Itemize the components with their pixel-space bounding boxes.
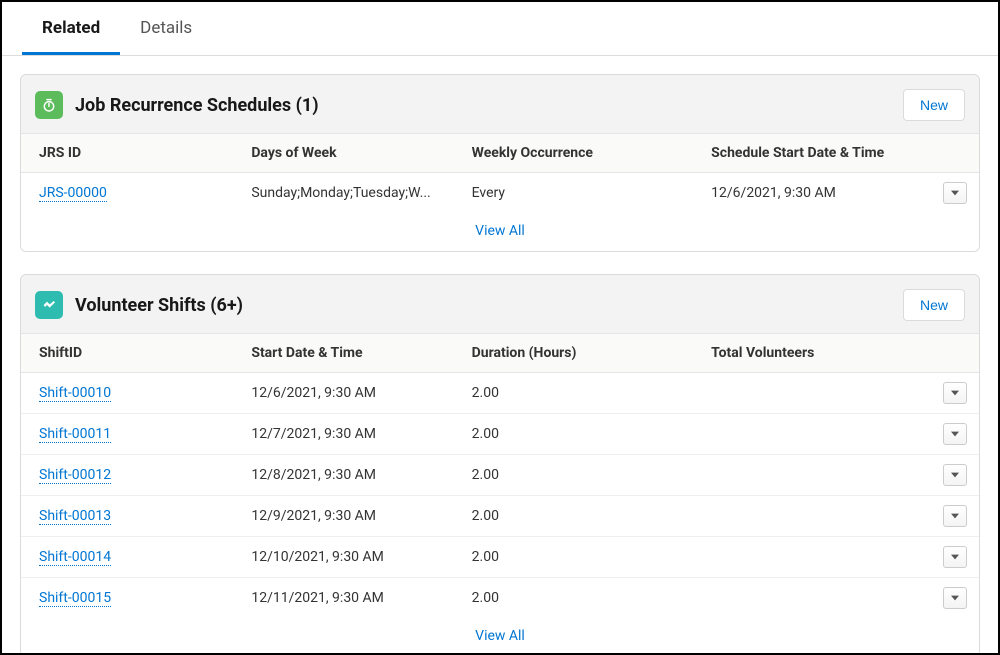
jrs-panel-title: Job Recurrence Schedules (1): [75, 95, 903, 116]
chevron-down-icon: [951, 390, 959, 396]
tab-bar: Related Details: [2, 2, 998, 56]
table-row: JRS-00000 Sunday;Monday;Tuesday;W... Eve…: [21, 173, 979, 214]
shifts-col-start: Start Date & Time: [241, 334, 461, 373]
shift-duration-cell: 2.00: [462, 455, 702, 496]
jrs-panel-header: Job Recurrence Schedules (1) New: [21, 75, 979, 133]
table-row: Shift-00015 12/11/2021, 9:30 AM 2.00: [21, 578, 979, 619]
tab-related[interactable]: Related: [22, 2, 120, 55]
jrs-view-all-link[interactable]: View All: [475, 223, 525, 239]
chevron-down-icon: [951, 190, 959, 196]
shift-total-cell: [701, 414, 933, 455]
shifts-panel-title: Volunteer Shifts (6+): [75, 295, 903, 316]
jrs-view-all: View All: [21, 213, 979, 251]
shift-start-cell: 12/11/2021, 9:30 AM: [241, 578, 461, 619]
shift-total-cell: [701, 578, 933, 619]
table-row: Shift-00013 12/9/2021, 9:30 AM 2.00: [21, 496, 979, 537]
shift-duration-cell: 2.00: [462, 578, 702, 619]
row-actions-button[interactable]: [943, 464, 967, 486]
shift-id-link[interactable]: Shift-00014: [39, 549, 111, 566]
jrs-col-start: Schedule Start Date & Time: [701, 134, 933, 173]
shift-id-link[interactable]: Shift-00010: [39, 385, 111, 402]
jrs-col-id: JRS ID: [21, 134, 241, 173]
page-root: Related Details Job Recurrence Schedules…: [0, 0, 1000, 655]
handshake-icon: [35, 291, 63, 319]
shifts-col-total: Total Volunteers: [701, 334, 933, 373]
row-actions-button[interactable]: [943, 423, 967, 445]
shift-total-cell: [701, 455, 933, 496]
shift-total-cell: [701, 537, 933, 578]
jrs-id-link[interactable]: JRS-00000: [39, 185, 107, 202]
shifts-view-all-link[interactable]: View All: [475, 628, 525, 644]
table-row: Shift-00012 12/8/2021, 9:30 AM 2.00: [21, 455, 979, 496]
row-actions-button[interactable]: [943, 505, 967, 527]
row-actions-button[interactable]: [943, 182, 967, 204]
shifts-table: ShiftID Start Date & Time Duration (Hour…: [21, 333, 979, 618]
table-row: Shift-00014 12/10/2021, 9:30 AM 2.00: [21, 537, 979, 578]
shifts-new-button[interactable]: New: [903, 289, 965, 321]
shift-start-cell: 12/10/2021, 9:30 AM: [241, 537, 461, 578]
chevron-down-icon: [951, 513, 959, 519]
job-recurrence-panel: Job Recurrence Schedules (1) New JRS ID …: [20, 74, 980, 252]
jrs-table: JRS ID Days of Week Weekly Occurrence Sc…: [21, 133, 979, 213]
stopwatch-icon: [35, 91, 63, 119]
shift-total-cell: [701, 496, 933, 537]
shifts-col-duration: Duration (Hours): [462, 334, 702, 373]
chevron-down-icon: [951, 431, 959, 437]
volunteer-shifts-panel: Volunteer Shifts (6+) New ShiftID Start …: [20, 274, 980, 655]
row-actions-button[interactable]: [943, 587, 967, 609]
jrs-col-occurrence: Weekly Occurrence: [462, 134, 702, 173]
shift-duration-cell: 2.00: [462, 414, 702, 455]
jrs-start-cell: 12/6/2021, 9:30 AM: [701, 173, 933, 214]
shifts-panel-header: Volunteer Shifts (6+) New: [21, 275, 979, 333]
shifts-col-actions: [933, 334, 979, 373]
chevron-down-icon: [951, 472, 959, 478]
jrs-new-button[interactable]: New: [903, 89, 965, 121]
jrs-occurrence-cell: Every: [462, 173, 702, 214]
tab-details[interactable]: Details: [120, 2, 212, 55]
row-actions-button[interactable]: [943, 546, 967, 568]
shift-start-cell: 12/9/2021, 9:30 AM: [241, 496, 461, 537]
shift-id-link[interactable]: Shift-00012: [39, 467, 111, 484]
jrs-col-days: Days of Week: [241, 134, 461, 173]
row-actions-button[interactable]: [943, 382, 967, 404]
chevron-down-icon: [951, 595, 959, 601]
shift-start-cell: 12/6/2021, 9:30 AM: [241, 373, 461, 414]
shift-start-cell: 12/7/2021, 9:30 AM: [241, 414, 461, 455]
shifts-view-all: View All: [21, 618, 979, 655]
shift-start-cell: 12/8/2021, 9:30 AM: [241, 455, 461, 496]
shift-id-link[interactable]: Shift-00015: [39, 590, 111, 607]
chevron-down-icon: [951, 554, 959, 560]
shifts-col-id: ShiftID: [21, 334, 241, 373]
shift-duration-cell: 2.00: [462, 373, 702, 414]
jrs-days-cell: Sunday;Monday;Tuesday;W...: [241, 173, 461, 214]
shift-duration-cell: 2.00: [462, 496, 702, 537]
shift-duration-cell: 2.00: [462, 537, 702, 578]
table-row: Shift-00010 12/6/2021, 9:30 AM 2.00: [21, 373, 979, 414]
shift-total-cell: [701, 373, 933, 414]
shift-id-link[interactable]: Shift-00011: [39, 426, 111, 443]
jrs-col-actions: [933, 134, 979, 173]
shift-id-link[interactable]: Shift-00013: [39, 508, 111, 525]
table-row: Shift-00011 12/7/2021, 9:30 AM 2.00: [21, 414, 979, 455]
